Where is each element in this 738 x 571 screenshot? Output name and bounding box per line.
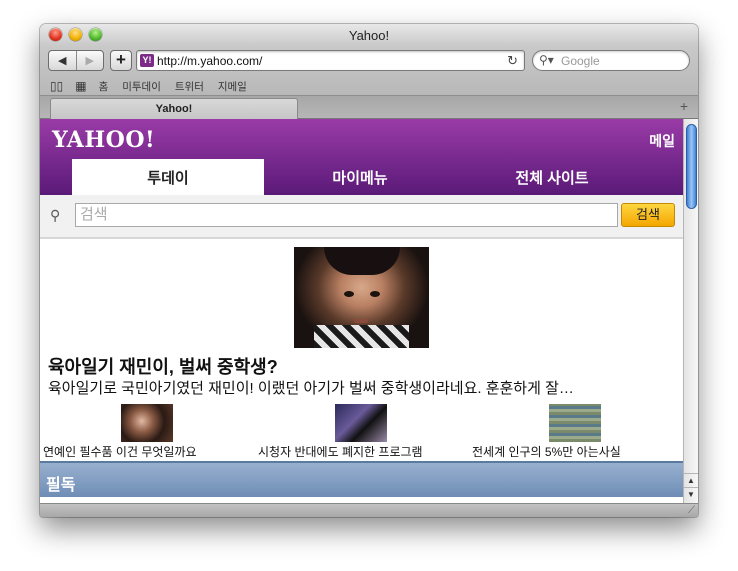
address-bar[interactable]: Y! http://m.yahoo.com/ ↻ [136, 50, 525, 71]
story-caption[interactable]: 시청자 반대에도 폐지한 프로그램 [258, 443, 423, 460]
yahoo-header: YAHOO! 메일 투데이 마이메뉴 전체 사이트 [40, 119, 683, 195]
tab-my-menu[interactable]: 마이메뉴 [264, 159, 456, 195]
story-thumbnail[interactable] [549, 404, 601, 442]
yahoo-favicon-icon: Y! [140, 54, 154, 67]
section-title: 필독 [46, 477, 76, 494]
new-tab-icon[interactable]: + [680, 98, 688, 114]
bookmark-item[interactable]: 홈 [99, 79, 109, 94]
nav-buttons: ◀ ▶ [48, 50, 104, 71]
scroll-thumb[interactable] [686, 124, 697, 209]
story-caption[interactable]: 전세계 인구의 5%만 아는사실 [472, 443, 621, 460]
section-header: 필독 [40, 461, 683, 497]
title-bar[interactable]: Yahoo! [40, 24, 698, 46]
headline-summary[interactable]: 육아일기로 국민아기였던 재민이! 이랬던 아기가 벌써 중학생이라네요. 훈훈… [48, 377, 678, 398]
reload-icon[interactable]: ↻ [507, 53, 518, 69]
yahoo-search-button[interactable]: 검색 [621, 203, 675, 227]
back-button[interactable]: ◀ [49, 51, 77, 70]
resize-grip-icon[interactable]: ⟋ [688, 505, 695, 516]
tab-today[interactable]: 투데이 [72, 159, 264, 195]
yahoo-search-bar: ⚲ 검색 검색 [40, 195, 683, 239]
top-sites-icon[interactable]: ▦ [75, 79, 86, 93]
reading-list-icon[interactable]: ▯▯ [50, 79, 63, 93]
mail-link[interactable]: 메일 [649, 131, 675, 151]
bookmark-item[interactable]: 미투데이 [122, 79, 161, 94]
search-icon: ⚲ [50, 207, 61, 223]
bookmark-item[interactable]: 지메일 [218, 79, 247, 94]
browser-toolbar: ◀ ▶ + Y! http://m.yahoo.com/ ↻ ⚲▾ Google… [40, 46, 698, 96]
window-title: Yahoo! [348, 28, 390, 43]
yahoo-tabs: 투데이 마이메뉴 전체 사이트 [72, 159, 655, 195]
tab-all-sites[interactable]: 전체 사이트 [456, 159, 648, 195]
search-placeholder: Google [561, 54, 600, 68]
add-bookmark-button[interactable]: + [110, 50, 132, 71]
bookmark-item[interactable]: 트위터 [175, 79, 204, 94]
status-bar: ⟋ [40, 503, 698, 517]
scroll-up-icon[interactable]: ▲ [684, 473, 698, 487]
browser-window: Yahoo! ◀ ▶ + Y! http://m.yahoo.com/ ↻ ⚲▾… [40, 24, 698, 517]
search-field[interactable]: ⚲▾ Google [532, 50, 690, 71]
yahoo-logo[interactable]: YAHOO! [52, 127, 155, 153]
vertical-scrollbar[interactable]: ▲ ▼ [683, 119, 698, 503]
forward-button[interactable]: ▶ [77, 51, 104, 70]
bookmarks-bar: ▯▯ ▦ 홈 미투데이 트위터 지메일 [50, 78, 261, 94]
story-thumbnail[interactable] [335, 404, 387, 442]
tab-bar: Yahoo! + [40, 96, 698, 119]
scroll-down-icon[interactable]: ▼ [684, 487, 698, 501]
search-icon: ⚲▾ [539, 53, 554, 67]
tab-yahoo[interactable]: Yahoo! [50, 98, 298, 119]
headline-link[interactable]: 육아일기 재민이, 벌써 중학생? [48, 353, 278, 379]
hero-image[interactable] [294, 247, 429, 348]
story-thumbnail[interactable] [121, 404, 173, 442]
yahoo-search-input[interactable]: 검색 [75, 203, 618, 227]
story-caption[interactable]: 연예인 필수품 이건 무엇일까요 [43, 443, 197, 460]
page-viewport: YAHOO! 메일 투데이 마이메뉴 전체 사이트 ⚲ 검색 검색 육아일기 재… [40, 119, 683, 503]
url-text[interactable]: http://m.yahoo.com/ [157, 54, 262, 68]
